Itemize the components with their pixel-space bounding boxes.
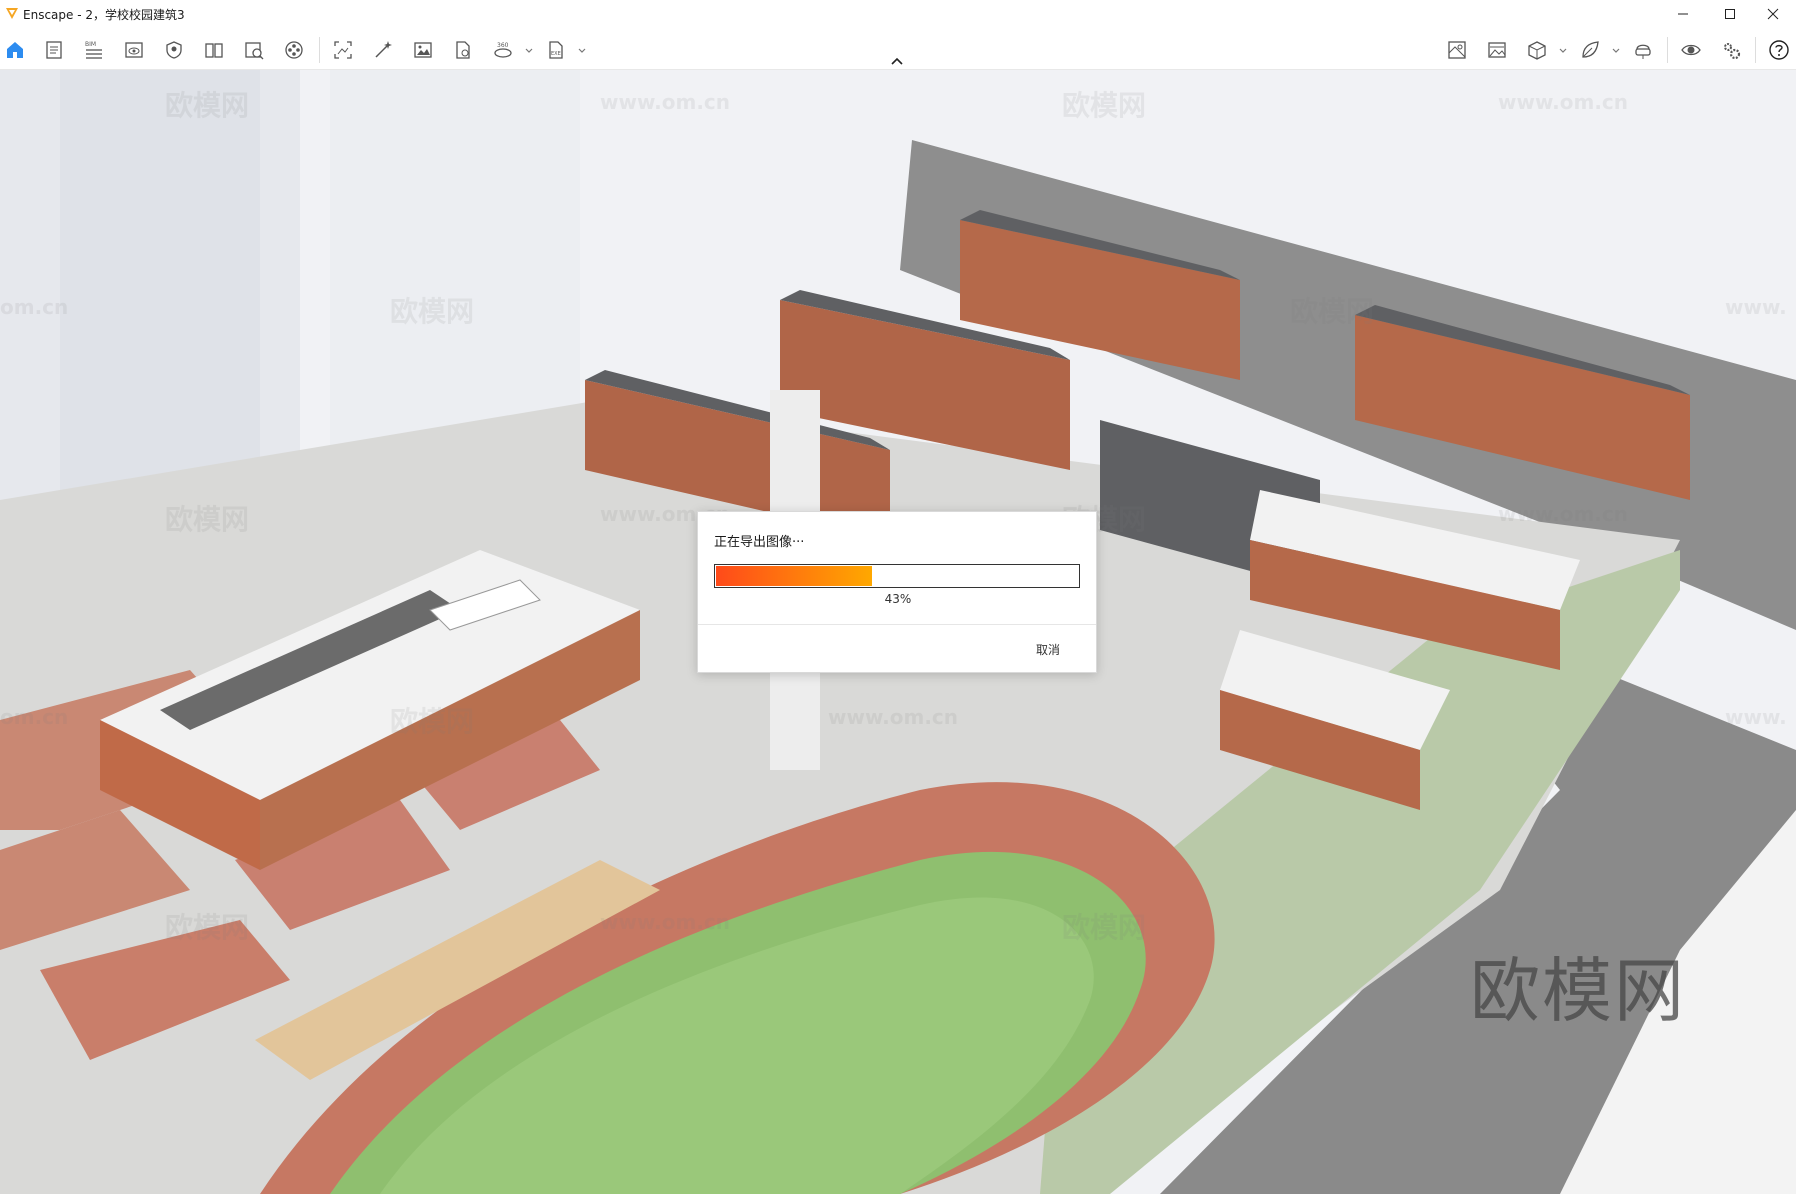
gears-icon [1724, 43, 1741, 60]
image-icon [414, 42, 432, 58]
leaf-icon [1582, 41, 1599, 58]
chevron-down-icon[interactable] [1611, 46, 1621, 56]
close-button[interactable] [1750, 0, 1796, 28]
magic-wand-icon [375, 41, 392, 58]
cancel-button[interactable]: 取消 [1016, 638, 1080, 662]
home-button[interactable] [1, 36, 29, 64]
file-export-icon [456, 41, 470, 59]
watermark: 欧模网 [390, 705, 475, 738]
panorama-360-icon: 360 [494, 42, 512, 58]
watermark: www. [1725, 295, 1787, 319]
enscape-window: Enscape - 2，学校校园建筑3 BIM 360 EXE 欧模网 www.… [0, 0, 1796, 1194]
views-button[interactable] [120, 36, 148, 64]
panorama-button[interactable]: 360 [489, 36, 517, 64]
watermark: 欧模网 [1062, 89, 1147, 122]
capture-icon [245, 42, 264, 60]
visual-settings-button[interactable] [1677, 36, 1705, 64]
help-button[interactable] [1765, 36, 1793, 64]
watermark: 欧模网 [1290, 295, 1375, 328]
enscape-logo-icon [6, 8, 18, 19]
watermark: www.om.cn [600, 910, 731, 934]
web-export-button[interactable] [449, 36, 477, 64]
eye-window-icon [125, 42, 143, 58]
toolbar-separator [1667, 37, 1668, 63]
cube-button[interactable] [1523, 36, 1551, 64]
materials-button[interactable] [200, 36, 228, 64]
watermark: www.om.cn [1498, 90, 1629, 114]
settings-button[interactable] [1717, 36, 1745, 64]
progress-fill [716, 566, 872, 586]
window-title: Enscape - 2，学校校园建筑3 [23, 8, 185, 22]
bim-button[interactable]: BIM [80, 36, 108, 64]
watermark: www.om.cn [600, 90, 731, 114]
landscape-icon [1488, 42, 1506, 58]
chevron-up-icon[interactable] [890, 56, 904, 66]
maximize-button[interactable] [1707, 0, 1753, 28]
title-bar: Enscape - 2，学校校园建筑3 [0, 0, 1796, 28]
watermark: www. [1725, 705, 1787, 729]
toolbar-separator [319, 37, 320, 63]
batch-button[interactable] [369, 36, 397, 64]
close-icon [1767, 8, 1779, 20]
exe-file-icon: EXE [549, 41, 563, 59]
chevron-down-icon[interactable] [1558, 46, 1568, 56]
help-icon [1769, 40, 1789, 60]
file-settings-button[interactable] [40, 36, 68, 64]
collaboration-button[interactable] [240, 36, 268, 64]
watermark: om.cn [0, 705, 69, 729]
image-export-button[interactable] [409, 36, 437, 64]
minimize-button[interactable] [1660, 0, 1706, 28]
cube-icon [1528, 41, 1546, 60]
map-icon [1448, 41, 1466, 59]
watermark: 欧模网 [165, 89, 250, 122]
progress-percent: 43% [884, 592, 912, 606]
brand-watermark: 欧模网 [1470, 950, 1686, 1032]
site-context-button[interactable] [1443, 36, 1471, 64]
video-button[interactable] [280, 36, 308, 64]
svg-text:BIM: BIM [85, 41, 96, 48]
screenshot-icon [334, 41, 352, 59]
home-icon [7, 42, 23, 58]
exe-export-button[interactable]: EXE [542, 36, 570, 64]
watermark: 欧模网 [1062, 911, 1147, 944]
toolbar-separator [1755, 37, 1756, 63]
minimize-icon [1678, 13, 1688, 15]
assets-button[interactable] [160, 36, 188, 64]
watermark: 欧模网 [390, 295, 475, 328]
film-reel-icon [285, 41, 303, 59]
watermark: www.om.cn [1498, 502, 1629, 526]
shield-icon [166, 41, 182, 59]
watermark: om.cn [0, 295, 69, 319]
watermark: 欧模网 [165, 911, 250, 944]
vr-headset-icon [1635, 44, 1651, 59]
progress-bar [714, 564, 1080, 588]
render-mode-button[interactable] [1576, 36, 1604, 64]
maximize-icon [1725, 9, 1735, 19]
dialog-divider [698, 624, 1096, 625]
watermark: www.om.cn [828, 705, 959, 729]
atmosphere-button[interactable] [1483, 36, 1511, 64]
svg-text:EXE: EXE [551, 51, 561, 57]
eye-icon [1681, 44, 1701, 56]
document-icon [46, 41, 62, 59]
screenshot-button[interactable] [329, 36, 357, 64]
chevron-down-icon[interactable] [577, 46, 587, 56]
bim-list-icon: BIM [85, 41, 102, 59]
dialog-title: 正在导出图像··· [714, 535, 805, 550]
export-progress-dialog: 正在导出图像··· 43% 取消 [697, 511, 1097, 673]
chevron-down-icon[interactable] [524, 46, 534, 56]
book-icon [205, 43, 223, 58]
svg-text:360: 360 [497, 42, 509, 49]
vr-button[interactable] [1629, 36, 1657, 64]
watermark: 欧模网 [165, 503, 250, 536]
